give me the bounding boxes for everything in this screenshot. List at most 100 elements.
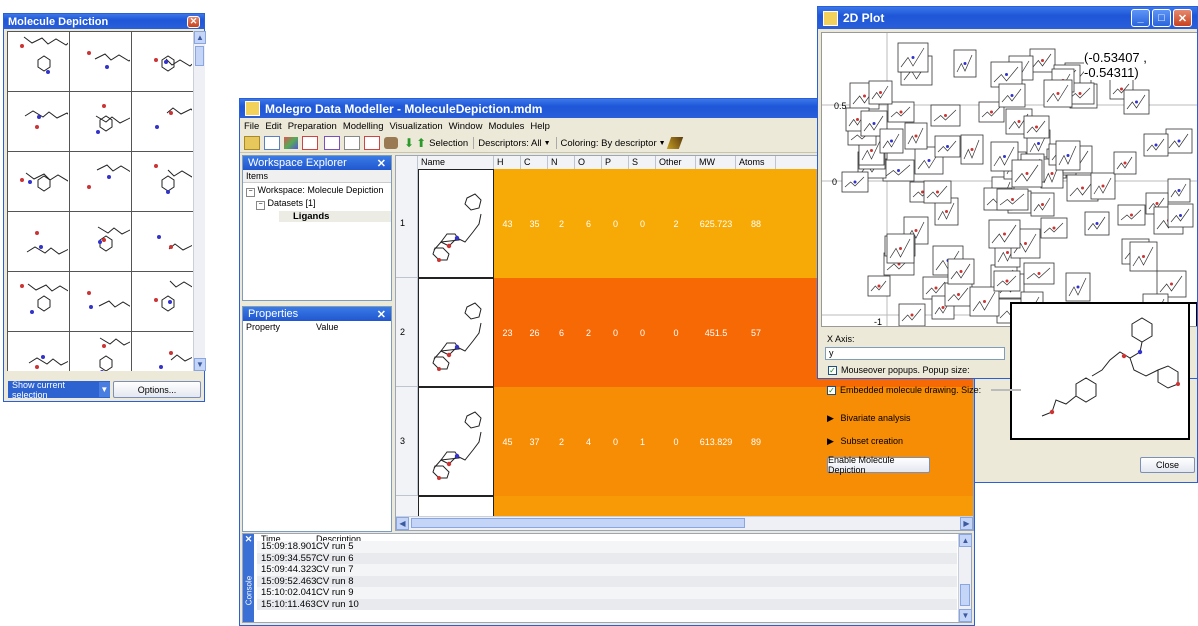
check-icon[interactable]: ✓ (828, 365, 837, 375)
row-index[interactable]: 1 (396, 169, 418, 278)
tree-workspace[interactable]: − Workspace: Molecule Depiction (243, 185, 391, 197)
plot-point-thumbnail[interactable] (998, 83, 1026, 108)
plot-point-thumbnail[interactable] (882, 159, 915, 182)
molecule-cell[interactable] (8, 92, 74, 152)
plot-point-thumbnail[interactable] (1023, 262, 1055, 285)
line-chart-icon[interactable] (264, 136, 280, 150)
scroll-left-icon[interactable]: ◀ (396, 517, 409, 530)
expand-arrow-icon[interactable]: ▶ (827, 436, 834, 446)
table-cell[interactable]: 6 (548, 278, 575, 387)
table-cell[interactable]: 0 (629, 169, 656, 278)
chevron-down-icon[interactable]: ▼ (98, 382, 110, 397)
bivariate-expander[interactable]: ▶ Bivariate analysis (827, 413, 910, 424)
plot-point-thumbnail[interactable] (1084, 211, 1110, 236)
plot-point-thumbnail[interactable] (953, 49, 977, 78)
table-cell[interactable]: 57 (736, 278, 776, 387)
scroll-right-icon[interactable]: ▶ (960, 517, 973, 530)
console-scrollbar[interactable]: ▲ ▼ (958, 534, 972, 622)
open-icon[interactable] (244, 136, 260, 150)
table-cell[interactable]: 2 (656, 169, 696, 278)
plot-point-thumbnail[interactable] (944, 282, 973, 307)
plot-point-thumbnail[interactable] (868, 80, 893, 105)
plot-point-thumbnail[interactable] (960, 134, 984, 165)
row-index[interactable]: 2 (396, 278, 418, 387)
close-icon[interactable]: ✕ (377, 308, 386, 321)
table-cell[interactable]: 88 (736, 169, 776, 278)
plot-point-thumbnail[interactable] (886, 233, 915, 264)
chevron-down-icon[interactable]: ▼ (659, 140, 666, 147)
molecule-cell[interactable] (70, 332, 149, 371)
menu-modules[interactable]: Modules (488, 121, 524, 132)
plot-point-thumbnail[interactable] (990, 61, 1023, 88)
menu-visualization[interactable]: Visualization (389, 121, 442, 132)
close-icon[interactable]: ✕ (377, 157, 386, 170)
plot-point-thumbnail[interactable] (1011, 159, 1043, 188)
palette-icon[interactable] (302, 136, 318, 150)
table-cell[interactable]: 23 (494, 278, 521, 387)
check-icon[interactable]: ✓ (827, 385, 836, 395)
plot-point-thumbnail[interactable] (1023, 115, 1050, 139)
table-cell[interactable]: 43 (494, 169, 521, 278)
plot-point-thumbnail[interactable] (1113, 151, 1137, 175)
console-row[interactable]: 15:10:02.041 CV run 9 (257, 587, 957, 599)
mouseover-checkbox[interactable]: ✓ Mouseover popups. Popup size: (828, 365, 970, 375)
plot-point-thumbnail[interactable] (898, 303, 926, 326)
menu-preparation[interactable]: Preparation (288, 121, 337, 132)
expand-arrow-icon[interactable]: ▶ (827, 413, 834, 423)
brush-icon[interactable] (666, 137, 683, 149)
menu-file[interactable]: File (244, 121, 259, 132)
plot-point-thumbnail[interactable] (1029, 48, 1056, 73)
scroll-up-icon[interactable]: ▲ (959, 534, 972, 547)
molecule-cell[interactable] (8, 212, 76, 272)
coloring-dropdown[interactable]: Coloring: By descriptor (561, 138, 657, 149)
column-header[interactable]: H (494, 156, 521, 169)
console-row[interactable]: 15:09:18.901 CV run 5 (257, 541, 957, 553)
plot-point-thumbnail[interactable] (996, 188, 1029, 211)
table-cell[interactable]: 2 (548, 387, 575, 496)
plot-point-thumbnail[interactable] (1167, 178, 1191, 203)
table-cell[interactable]: 0 (656, 387, 696, 496)
scroll-thumb[interactable] (960, 584, 970, 606)
plot-point-thumbnail[interactable] (934, 135, 961, 158)
maximize-icon[interactable]: □ (1152, 9, 1171, 27)
column-header[interactable]: O (575, 156, 602, 169)
table-cell[interactable]: 37 (521, 387, 548, 496)
table-cell[interactable]: 0 (629, 278, 656, 387)
descriptors-dropdown[interactable]: Descriptors: All (478, 138, 541, 149)
plot-point-thumbnail[interactable] (923, 180, 952, 204)
molecule-cell[interactable] (70, 212, 147, 272)
plot-canvas[interactable]: (-0.53407 , -0.54311) 0.5 0 -1 (821, 32, 1197, 327)
selection-button[interactable]: Selection (429, 138, 468, 149)
plot-point-thumbnail[interactable] (841, 171, 869, 193)
minimize-icon[interactable]: _ (1131, 9, 1150, 27)
molecule-cell[interactable] (132, 272, 193, 332)
table-cell[interactable]: 625.723 (696, 169, 736, 278)
console-row[interactable]: 15:10:11.463 CV run 10 (257, 598, 957, 610)
molecule-cell[interactable] (8, 32, 73, 92)
scroll-thumb[interactable] (195, 46, 204, 66)
plot-point-thumbnail[interactable] (904, 122, 928, 150)
plot-point-thumbnail[interactable] (1156, 270, 1187, 298)
plot-point-thumbnail[interactable] (887, 101, 915, 123)
column-header[interactable]: C (521, 156, 548, 169)
menu-modelling[interactable]: Modelling (343, 121, 384, 132)
plot-point-thumbnail[interactable] (1117, 204, 1146, 226)
close-button[interactable]: Close (1140, 457, 1195, 473)
molecule-image[interactable] (418, 169, 494, 278)
table-cell[interactable]: 0 (656, 278, 696, 387)
molecule-cell[interactable] (132, 212, 193, 272)
show-selection-dropdown[interactable]: Show current selection ▼ (8, 380, 110, 400)
table-cell[interactable]: 4 (575, 387, 602, 496)
depiction-scrollbar[interactable]: ▲ ▼ (193, 31, 206, 371)
plot-point-thumbnail[interactable] (1090, 172, 1116, 200)
molecule-cell[interactable] (70, 272, 148, 332)
plot-point-thumbnail[interactable] (867, 275, 891, 297)
plot-point-thumbnail[interactable] (1040, 217, 1068, 239)
plot-point-thumbnail[interactable] (1043, 79, 1073, 108)
chevron-down-icon[interactable]: ▼ (544, 140, 551, 147)
menu-edit[interactable]: Edit (265, 121, 281, 132)
column-header[interactable]: Atoms (736, 156, 776, 169)
molecule-cell[interactable] (70, 92, 145, 152)
table-cell[interactable]: 0 (602, 278, 629, 387)
table-cell[interactable]: 6 (575, 169, 602, 278)
